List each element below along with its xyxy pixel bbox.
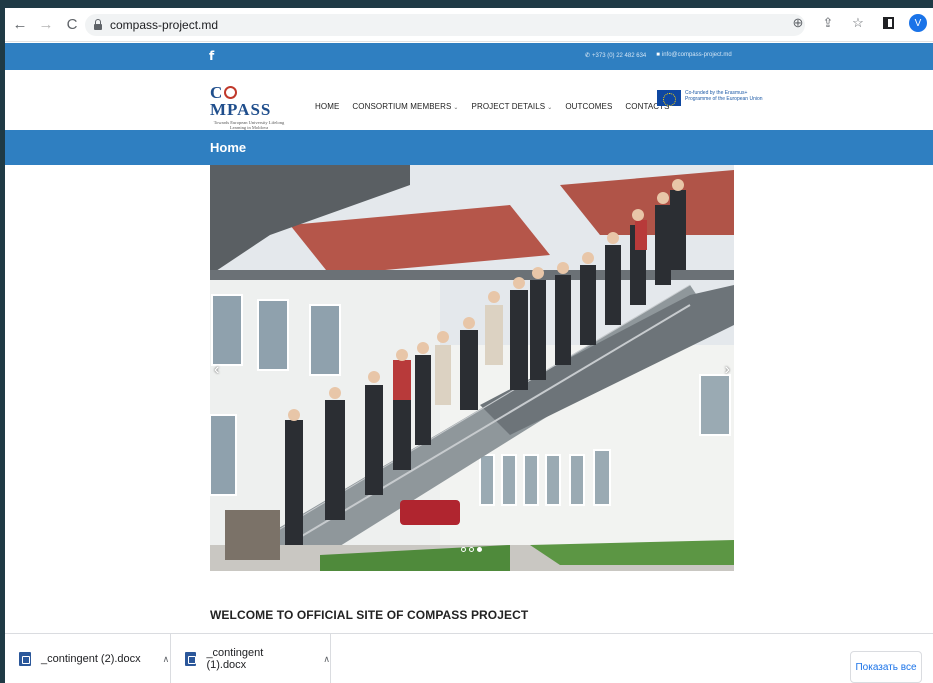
email-text: info@compass-project.md	[661, 52, 732, 58]
welcome-heading: WELCOME TO OFFICIAL SITE OF COMPASS PROJ…	[210, 608, 529, 622]
zoom-icon[interactable]: ⊕	[789, 14, 807, 32]
back-icon[interactable]: ←	[9, 14, 31, 36]
download-item[interactable]: _contingent (2).docx ∧	[5, 634, 171, 683]
phone-contact[interactable]: ✆ +373 (0) 22 482 634	[585, 52, 646, 59]
slider-dot[interactable]	[469, 547, 474, 552]
logo-wordmark: CMPASS	[210, 83, 272, 119]
main-menu: HOME CONSORTIUM MEMBERS ⌄ PROJECT DETAILS…	[315, 102, 670, 111]
download-filename: _contingent (2).docx	[41, 653, 141, 665]
menu-label: OUTCOMES	[565, 102, 613, 111]
slider-dots	[461, 547, 482, 552]
slider-next-icon[interactable]: ›	[725, 361, 730, 379]
hero-photo	[210, 165, 734, 571]
compass-ring-icon	[224, 86, 238, 99]
browser-window: ← → C compass-project.md ⊕ ⇪ ☆ V f ✆ +373…	[5, 8, 933, 683]
slider-prev-icon[interactable]: ‹	[214, 361, 219, 379]
menu-label: PROJECT DETAILS	[471, 102, 546, 111]
menu-item-outcomes[interactable]: OUTCOMES	[565, 102, 612, 111]
chevron-up-icon[interactable]: ∧	[163, 654, 170, 665]
slider-dot[interactable]	[461, 547, 466, 552]
menu-label: CONSORTIUM MEMBERS	[352, 102, 452, 111]
browser-toolbar: ← → C compass-project.md ⊕ ⇪ ☆ V	[5, 8, 933, 42]
eu-flag-icon	[657, 90, 681, 106]
downloads-bar: _contingent (2).docx ∧ _contingent (1).d…	[5, 633, 933, 683]
logo-subtitle: Towards European University Lifelong Lea…	[213, 120, 285, 130]
page-title: Home	[210, 140, 247, 155]
chevron-down-icon: ⌄	[547, 105, 553, 111]
chevron-up-icon[interactable]: ∧	[323, 654, 330, 665]
facebook-icon[interactable]: f	[209, 49, 214, 63]
reload-icon[interactable]: C	[61, 14, 83, 36]
site-header: CMPASS Towards European University Lifel…	[5, 70, 933, 130]
bookmark-star-icon[interactable]: ☆	[849, 14, 867, 32]
page-title-bar: Home	[5, 130, 933, 165]
menu-item-project-details[interactable]: PROJECT DETAILS ⌄	[472, 102, 553, 111]
profile-avatar[interactable]: V	[909, 14, 927, 32]
lock-icon	[93, 19, 103, 31]
menu-item-consortium-members[interactable]: CONSORTIUM MEMBERS ⌄	[352, 102, 458, 111]
url-text: compass-project.md	[110, 18, 219, 32]
toolbar-actions: ⊕ ⇪ ☆ V	[789, 14, 927, 32]
menu-item-home[interactable]: HOME	[315, 102, 339, 111]
address-bar[interactable]: compass-project.md	[85, 14, 805, 36]
phone-text: +373 (0) 22 482 634	[592, 53, 647, 59]
hero-slider[interactable]: ‹ ›	[210, 165, 734, 571]
show-all-button[interactable]: Показать все	[850, 651, 922, 683]
site-logo[interactable]: CMPASS Towards European University Lifel…	[210, 84, 288, 130]
word-doc-icon	[19, 652, 31, 666]
contact-info: ✆ +373 (0) 22 482 634 ■ info@compass-proje…	[585, 52, 732, 59]
site-top-bar: f ✆ +373 (0) 22 482 634 ■ info@compass-pro…	[5, 43, 933, 70]
download-filename: _contingent (1).docx	[206, 647, 264, 671]
email-contact[interactable]: ■ info@compass-project.md	[656, 52, 731, 59]
eu-cofunded-text: Co-funded by the Erasmus+ Programme of t…	[685, 90, 763, 102]
mail-icon: ■	[656, 52, 660, 58]
download-item[interactable]: _contingent (1).docx ∧	[171, 634, 331, 683]
phone-icon: ✆	[585, 53, 591, 59]
side-panel-icon[interactable]	[879, 14, 897, 32]
share-icon[interactable]: ⇪	[819, 14, 837, 32]
menu-label: HOME	[315, 102, 340, 111]
forward-icon[interactable]: →	[35, 14, 57, 36]
chevron-down-icon: ⌄	[453, 105, 459, 111]
slider-dot-active[interactable]	[477, 547, 482, 552]
word-doc-icon	[185, 652, 197, 666]
